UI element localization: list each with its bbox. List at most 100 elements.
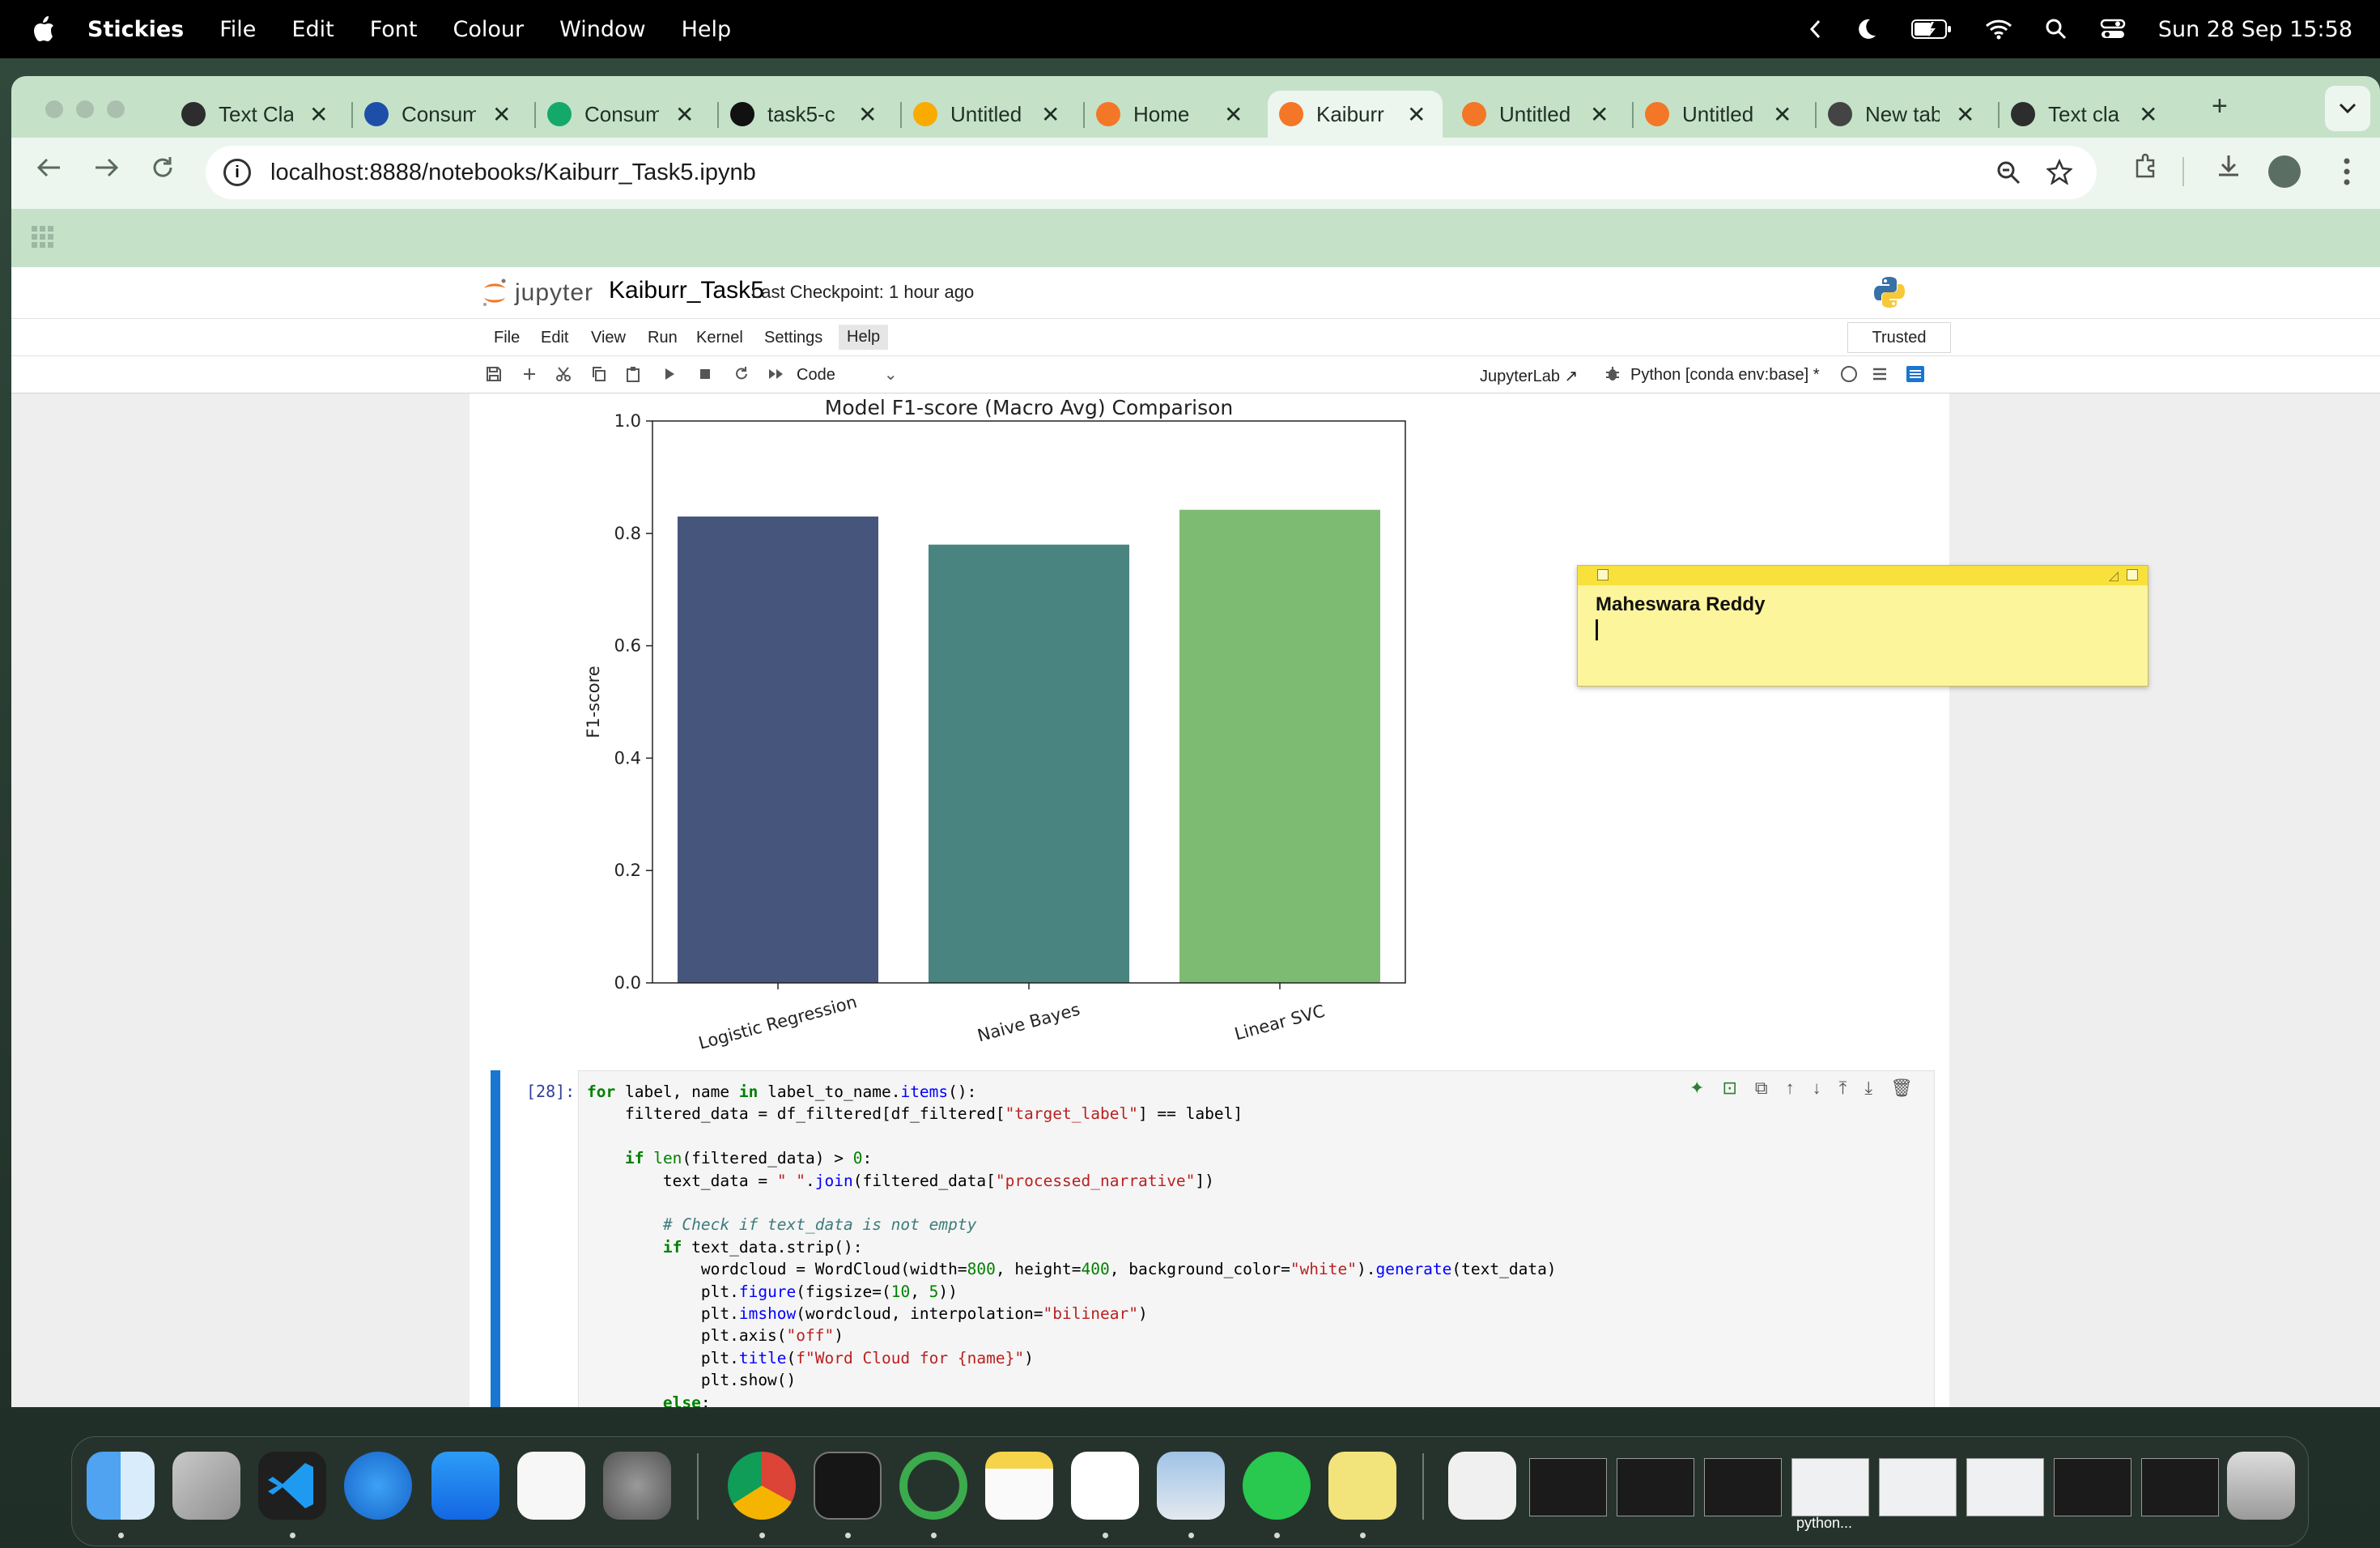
minimized-window-thumbnail[interactable] xyxy=(1791,1458,1869,1516)
new-tab-button[interactable]: + xyxy=(2212,91,2228,122)
tab-search-button[interactable] xyxy=(2325,86,2370,131)
debugger-bug-icon[interactable] xyxy=(1604,366,1621,382)
browser-tab[interactable]: Untitled ✕ xyxy=(902,91,1085,138)
minimized-window-thumbnail[interactable] xyxy=(2141,1458,2219,1516)
property-inspector-icon[interactable] xyxy=(1906,364,1925,384)
jupyterlab-link[interactable]: JupyterLab ↗ xyxy=(1480,366,1578,386)
safari-icon[interactable] xyxy=(344,1452,412,1520)
browser-tab[interactable]: Text Cla ✕ xyxy=(170,91,353,138)
browser-tab[interactable]: Home ✕ xyxy=(1085,91,1260,138)
restart-icon[interactable] xyxy=(733,366,750,382)
insert-above-icon[interactable]: ⤒ xyxy=(1839,1078,1847,1099)
app-store-icon[interactable] xyxy=(431,1452,499,1520)
menu-window[interactable]: Window xyxy=(559,17,645,42)
terminal-icon[interactable] xyxy=(814,1452,882,1520)
stop-icon[interactable] xyxy=(698,366,712,382)
anaconda-navigator-icon[interactable] xyxy=(899,1452,967,1520)
browser-tab[interactable]: Untitled ✕ xyxy=(1634,91,1817,138)
more-menu-icon[interactable] xyxy=(2343,157,2351,186)
stickies-icon[interactable] xyxy=(1328,1452,1396,1520)
close-tab-icon[interactable]: ✕ xyxy=(1224,101,1243,128)
copy-icon[interactable] xyxy=(591,366,607,382)
minimized-window-thumbnail[interactable] xyxy=(1879,1458,1957,1516)
battery-icon[interactable] xyxy=(1910,18,1953,40)
sticky-zoom-button[interactable] xyxy=(2127,569,2138,580)
vscode-icon[interactable] xyxy=(258,1452,326,1520)
zoom-window-button[interactable] xyxy=(107,100,125,118)
apps-grid-icon[interactable] xyxy=(31,225,55,249)
spotlight-search-icon[interactable] xyxy=(2045,18,2068,40)
browser-tab[interactable]: Untitled ✕ xyxy=(1451,91,1634,138)
freeform-icon[interactable] xyxy=(1071,1452,1139,1520)
cell-type-select[interactable]: Code ⌄ xyxy=(797,364,898,385)
menu-help[interactable]: Help xyxy=(682,17,732,42)
jupyter-menu-view[interactable]: View xyxy=(591,329,626,347)
browser-tab[interactable]: Text cla ✕ xyxy=(2000,91,2174,138)
zoom-icon[interactable] xyxy=(1996,160,2021,185)
trash-icon[interactable] xyxy=(2227,1452,2295,1520)
close-tab-icon[interactable]: ✕ xyxy=(309,101,328,128)
trusted-badge[interactable]: Trusted xyxy=(1847,322,1951,353)
menu-colour[interactable]: Colour xyxy=(453,17,525,42)
site-info-icon[interactable]: i xyxy=(223,159,251,186)
run-icon[interactable] xyxy=(662,366,677,382)
menu-app-name[interactable]: Stickies xyxy=(87,17,184,42)
format-cell-icon[interactable]: ⊡ xyxy=(1722,1078,1736,1099)
jupyter-menu-run[interactable]: Run xyxy=(648,329,678,347)
kernel-name[interactable]: Python [conda env:base] * xyxy=(1630,366,1820,385)
code-editor[interactable]: for label, name in label_to_name.items()… xyxy=(578,1070,1935,1407)
duplicate-cell-icon[interactable]: ⧉ xyxy=(1755,1078,1768,1099)
menu-edit[interactable]: Edit xyxy=(291,17,334,42)
system-settings-icon[interactable] xyxy=(603,1452,671,1520)
move-down-icon[interactable]: ↓ xyxy=(1813,1078,1821,1099)
back-arrow-icon[interactable] xyxy=(36,155,63,180)
jupyter-menu-help[interactable]: Help xyxy=(839,325,889,350)
ai-sparkle-icon[interactable]: ✦ xyxy=(1689,1078,1704,1099)
wifi-icon[interactable] xyxy=(1985,19,2012,40)
jupyter-logo[interactable]: jupyter xyxy=(481,277,593,309)
sticky-note[interactable]: ◿ Maheswara Reddy xyxy=(1577,565,2148,687)
save-icon[interactable] xyxy=(486,366,502,382)
delete-cell-icon[interactable]: 🗑 xyxy=(1890,1078,1913,1099)
close-tab-icon[interactable]: ✕ xyxy=(2139,101,2157,128)
sticky-resize-icon[interactable]: ◿ xyxy=(2109,568,2119,584)
minimized-window-thumbnail[interactable] xyxy=(1704,1458,1782,1516)
browser-tab[interactable]: Consum ✕ xyxy=(536,91,719,138)
close-tab-icon[interactable]: ✕ xyxy=(1773,101,1791,128)
sticky-text[interactable]: Maheswara Reddy xyxy=(1596,593,1765,616)
browser-tab[interactable]: Kaiburr ✕ xyxy=(1268,91,1443,138)
move-up-icon[interactable]: ↑ xyxy=(1786,1078,1795,1099)
browser-tab[interactable]: Consum ✕ xyxy=(353,91,536,138)
jupyter-menu-kernel[interactable]: Kernel xyxy=(696,329,743,347)
reload-icon[interactable] xyxy=(151,155,175,180)
menu-font[interactable]: Font xyxy=(370,17,418,42)
close-tab-icon[interactable]: ✕ xyxy=(1956,101,1974,128)
sticky-close-button[interactable] xyxy=(1597,569,1609,580)
close-tab-icon[interactable]: ✕ xyxy=(858,101,877,128)
download-icon[interactable] xyxy=(2215,152,2242,180)
minimized-window-thumbnail[interactable] xyxy=(1529,1458,1607,1516)
menu-file[interactable]: File xyxy=(219,17,256,42)
cut-icon[interactable] xyxy=(555,366,572,382)
close-window-button[interactable] xyxy=(45,100,63,118)
reminders-icon[interactable] xyxy=(517,1452,585,1520)
browser-tab[interactable]: task5-c ✕ xyxy=(719,91,902,138)
preview-icon[interactable] xyxy=(1157,1452,1225,1520)
menu-clock[interactable]: Sun 28 Sep 15:58 xyxy=(2158,17,2352,42)
close-tab-icon[interactable]: ✕ xyxy=(492,101,511,128)
close-tab-icon[interactable]: ✕ xyxy=(1407,101,1426,128)
minimized-window-thumbnail[interactable] xyxy=(2054,1458,2131,1516)
control-center-icon[interactable] xyxy=(2100,18,2126,40)
code-cell[interactable]: [28]: for label, name in label_to_name.i… xyxy=(491,1070,1949,1407)
jupyter-menu-file[interactable]: File xyxy=(494,329,520,347)
close-tab-icon[interactable]: ✕ xyxy=(1590,101,1609,128)
apple-logo-icon[interactable] xyxy=(32,15,55,43)
add-cell-icon[interactable] xyxy=(521,366,538,382)
minimize-window-button[interactable] xyxy=(76,100,94,118)
restart-run-all-icon[interactable] xyxy=(767,366,785,382)
sticky-title-bar[interactable] xyxy=(1578,566,2148,585)
minimized-window-thumbnail[interactable] xyxy=(1617,1458,1694,1516)
close-tab-icon[interactable]: ✕ xyxy=(1041,101,1060,128)
chrome-icon[interactable] xyxy=(728,1452,796,1520)
profile-avatar[interactable] xyxy=(2268,155,2301,188)
